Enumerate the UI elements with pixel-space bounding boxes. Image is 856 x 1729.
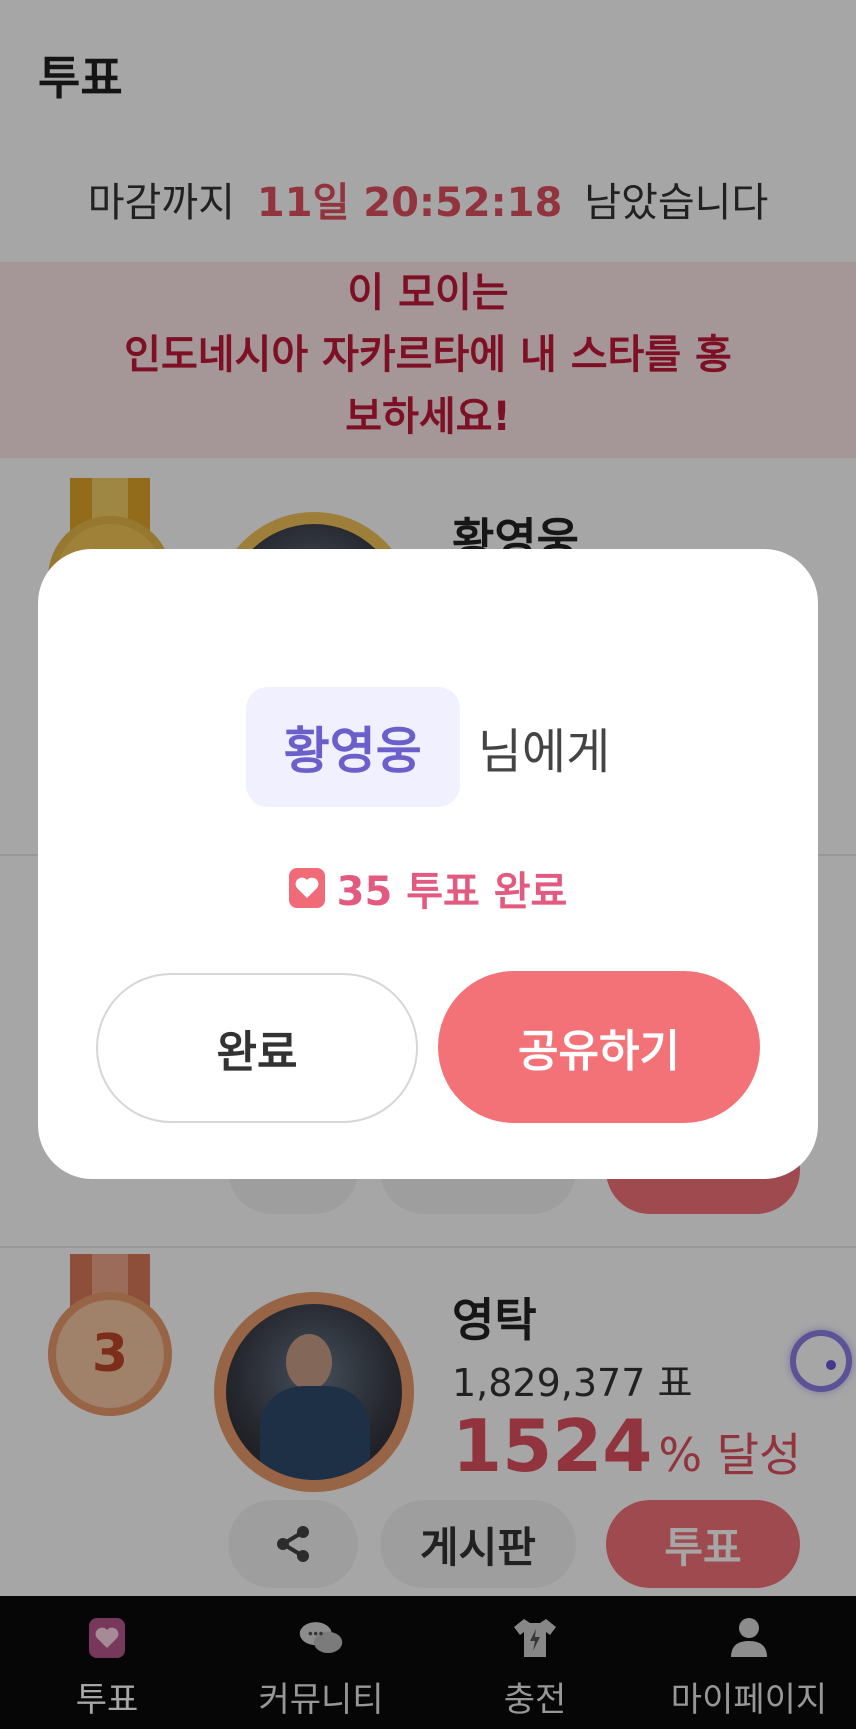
vote-complete-dialog: 황영웅 님에게 35 투표 완료 완료 공유하기 [38, 549, 818, 1179]
recipient-name-chip: 황영웅 [245, 687, 460, 807]
done-button[interactable]: 완료 [96, 973, 418, 1123]
vote-page: 투표 마감까지 11일 20:52:18 남았습니다 이 모이는 인도네시아 자카르… [0, 0, 856, 1729]
share-button[interactable]: 공유하기 [438, 971, 760, 1123]
recipient-suffix: 님에게 [477, 724, 611, 780]
dialog-recipient: 황영웅 님에게 [38, 687, 818, 807]
vote-result-text: 35 투표 완료 [336, 869, 568, 915]
vote-result: 35 투표 완료 [38, 859, 818, 917]
heart-icon [288, 868, 325, 908]
